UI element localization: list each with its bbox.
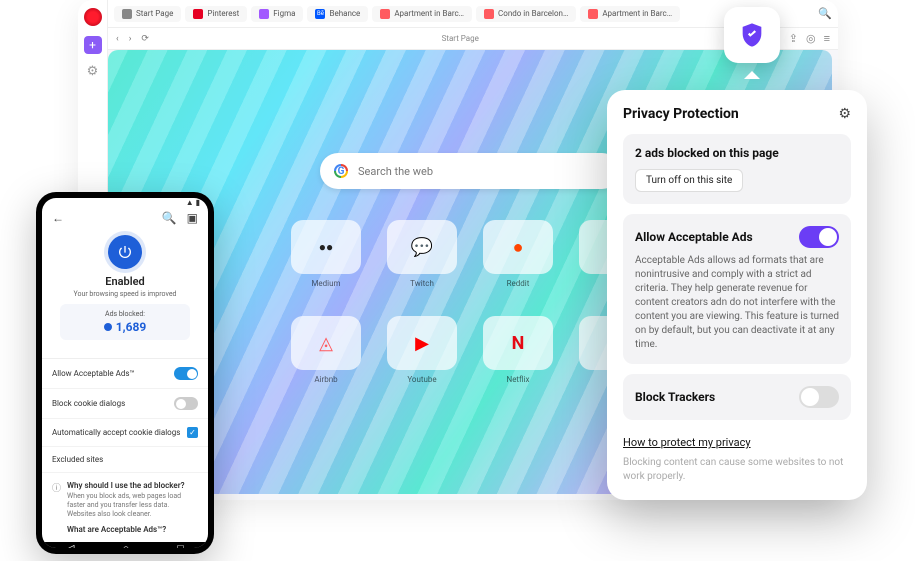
ads-blocked-count: 2 ads blocked on this page xyxy=(635,146,839,160)
phone-mock: ▲ ▮ ← 🔍 ▣ Enabled Your browsing speed is… xyxy=(36,192,214,554)
shield-check-icon xyxy=(738,21,766,49)
tab-figma[interactable]: Figma xyxy=(251,6,303,22)
privacy-protection-panel: Privacy Protection ⚙ 2 ads blocked on th… xyxy=(607,90,867,500)
turn-off-site-button[interactable]: Turn off on this site xyxy=(635,169,743,192)
phone-tabs-icon[interactable]: ▣ xyxy=(187,211,198,225)
block-trackers-label: Block Trackers xyxy=(635,390,715,404)
allow-acceptable-ads-label: Allow Acceptable Ads xyxy=(635,230,753,244)
tab-airbnb-3[interactable]: Apartment in Barc… xyxy=(580,6,680,22)
auto-accept-cookies-row[interactable]: Automatically accept cookie dialogs ✓ xyxy=(42,419,208,447)
nav-snapshot-icon[interactable]: ◎ xyxy=(806,32,816,45)
tab-airbnb-1[interactable]: Apartment in Barc… xyxy=(372,6,472,22)
excluded-sites-row[interactable]: Excluded sites xyxy=(42,447,208,473)
auto-accept-checkbox[interactable]: ✓ xyxy=(187,427,198,438)
privacy-title: Privacy Protection xyxy=(623,106,739,122)
privacy-shield-button[interactable] xyxy=(724,7,780,63)
adblock-power-button[interactable] xyxy=(108,235,142,269)
ads-blocked-card: 2 ads blocked on this page Turn off on t… xyxy=(623,134,851,204)
info-icon: ⓘ xyxy=(52,481,61,534)
tile-medium[interactable]: ●●Medium xyxy=(291,220,361,288)
tile-reddit[interactable]: ●Reddit xyxy=(483,220,553,288)
sidebar-add-button[interactable]: + xyxy=(84,36,102,54)
power-icon xyxy=(117,244,133,260)
tab-start-page[interactable]: Start Page xyxy=(114,6,181,22)
adblock-subtitle: Your browsing speed is improved xyxy=(52,290,198,298)
tab-airbnb-2[interactable]: Condo in Barcelon… xyxy=(476,6,576,22)
tab-search-icon[interactable]: 🔍 xyxy=(818,7,832,20)
tile-netflix[interactable]: NNetflix xyxy=(483,316,553,384)
android-nav-bar: ◁ ○ □ xyxy=(42,542,208,548)
privacy-note: Blocking content can cause some websites… xyxy=(623,456,851,484)
tile-airbnb[interactable]: ◬Airbnb xyxy=(291,316,361,384)
nav-share-icon[interactable]: ⇪ xyxy=(789,32,798,45)
block-cookie-toggle[interactable] xyxy=(174,397,198,410)
opera-logo-icon xyxy=(84,8,102,26)
speed-dial-search[interactable]: Search the web xyxy=(320,153,620,189)
search-placeholder: Search the web xyxy=(358,165,433,178)
block-cookie-dialogs-row[interactable]: Block cookie dialogs xyxy=(42,389,208,419)
phone-search-icon[interactable]: 🔍 xyxy=(162,211,177,225)
phone-back-icon[interactable]: ← xyxy=(52,211,64,225)
android-back-icon[interactable]: ◁ xyxy=(66,542,74,548)
tile-twitch[interactable]: 💬Twitch xyxy=(387,220,457,288)
nav-forward-icon[interactable]: › xyxy=(129,34,132,44)
android-home-icon[interactable]: ○ xyxy=(123,542,130,548)
google-icon xyxy=(334,164,348,178)
nav-reload-icon[interactable]: ⟳ xyxy=(141,34,149,44)
how-to-protect-link[interactable]: How to protect my privacy xyxy=(623,436,751,449)
acceptable-ads-card: Allow Acceptable Ads Acceptable Ads allo… xyxy=(623,214,851,364)
adblock-status: Enabled xyxy=(52,275,198,288)
tile-youtube[interactable]: ▶Youtube xyxy=(387,316,457,384)
allow-acceptable-ads-toggle[interactable] xyxy=(799,226,839,248)
sidebar-settings-icon[interactable]: ⚙ xyxy=(87,64,99,79)
tab-behance[interactable]: BēBehance xyxy=(307,6,368,22)
ads-blocked-value: 1,689 xyxy=(66,320,184,334)
address-label[interactable]: Start Page xyxy=(159,34,762,43)
android-recent-icon[interactable]: □ xyxy=(177,542,184,548)
phone-status-bar: ▲ ▮ xyxy=(42,198,208,207)
block-trackers-card: Block Trackers xyxy=(623,374,851,420)
privacy-settings-icon[interactable]: ⚙ xyxy=(838,106,851,122)
allow-ads-toggle-mobile[interactable] xyxy=(174,367,198,380)
block-trackers-toggle[interactable] xyxy=(799,386,839,408)
faq-adblocker: ⓘ Why should I use the ad blocker? When … xyxy=(42,473,208,542)
allow-acceptable-ads-row[interactable]: Allow Acceptable Ads™ xyxy=(42,359,208,389)
tab-pinterest[interactable]: Pinterest xyxy=(185,6,247,22)
nav-menu-icon[interactable]: ≡ xyxy=(824,32,830,45)
ads-blocked-stats: Ads blocked: 1,689 xyxy=(60,304,190,340)
allow-acceptable-ads-desc: Acceptable Ads allows ad formats that ar… xyxy=(635,254,839,352)
adblock-hero: Enabled Your browsing speed is improved … xyxy=(42,229,208,350)
nav-back-icon[interactable]: ‹ xyxy=(116,34,119,44)
speed-dial-grid: ●●Medium 💬Twitch ●Reddit ◬Airbnb ▶Youtub… xyxy=(291,220,649,384)
